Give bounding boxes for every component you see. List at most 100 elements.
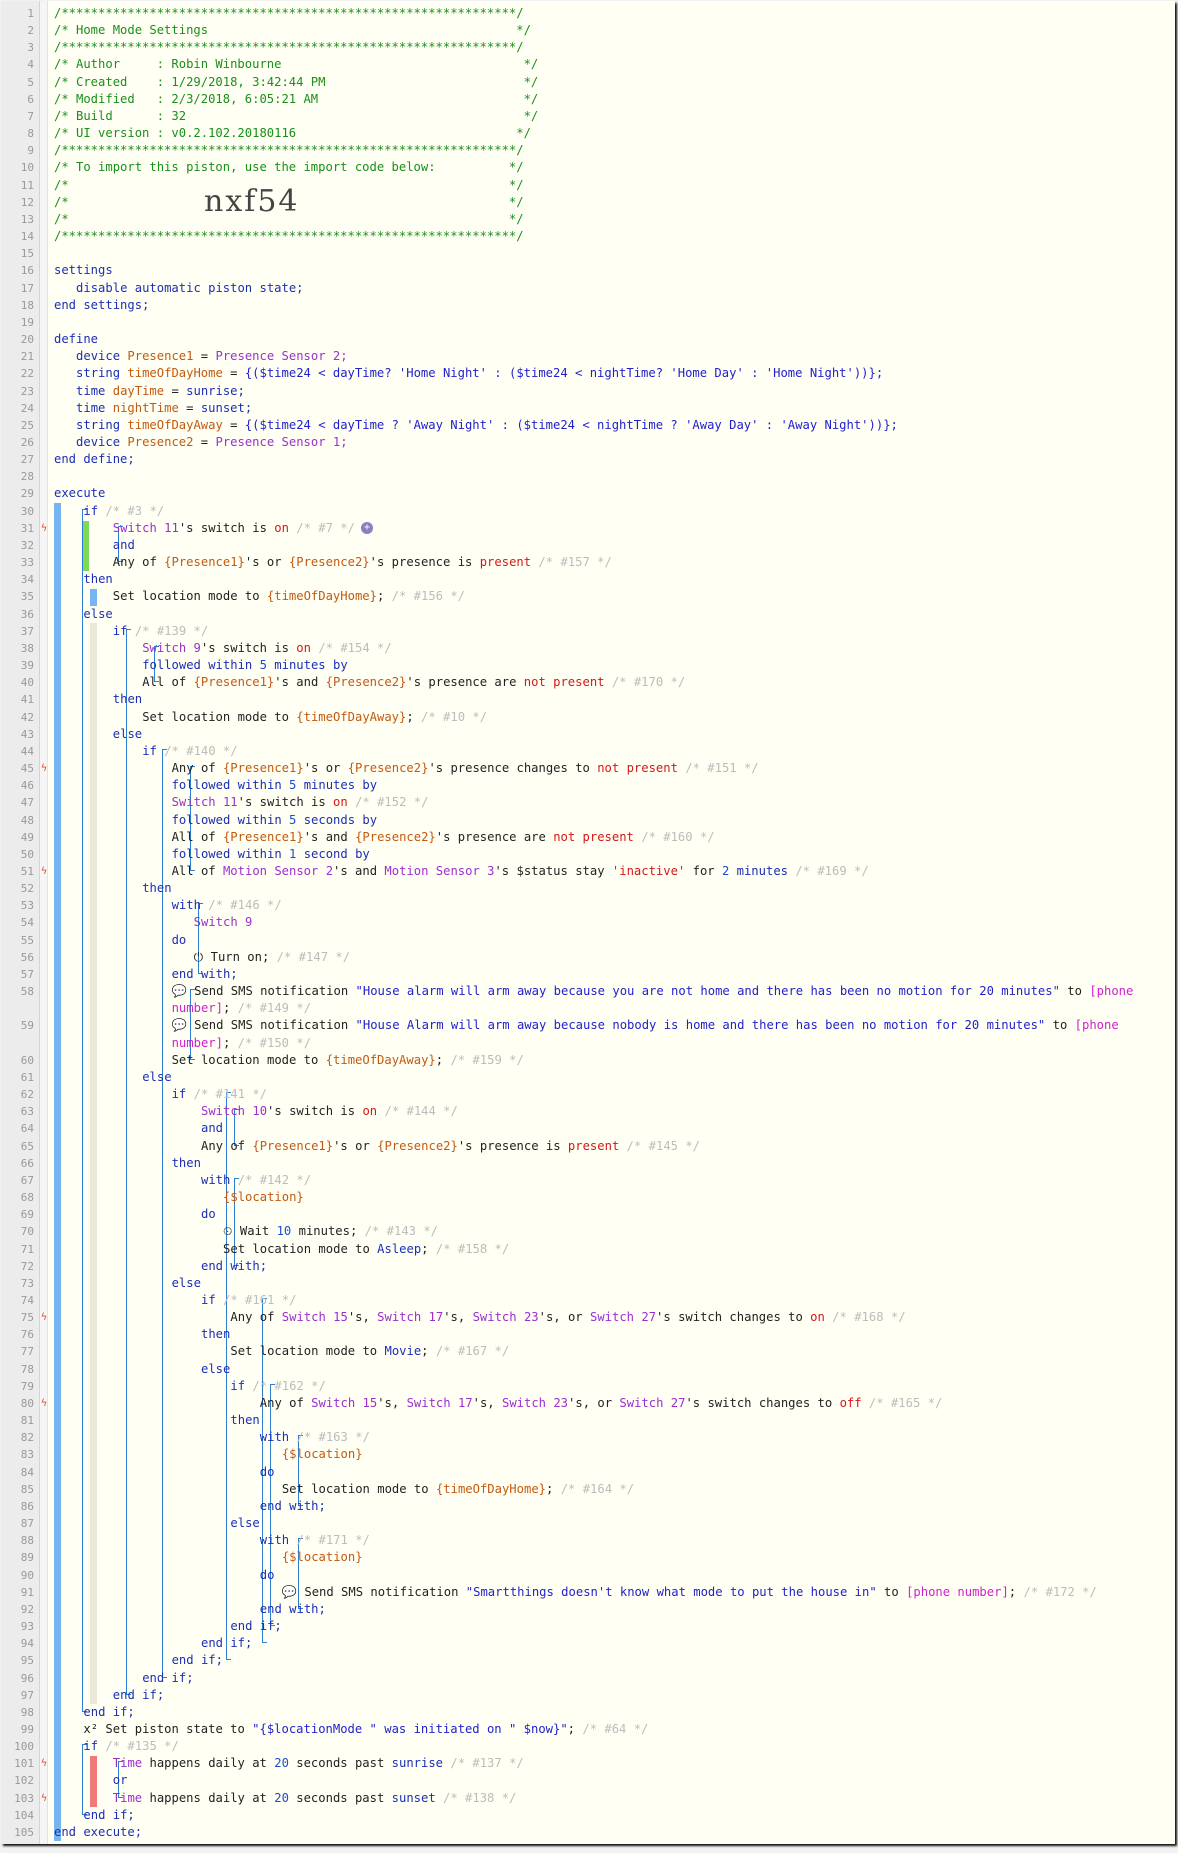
line-text[interactable]: /* UI version : v0.2.102.20180116 */ [54,125,531,142]
line-text[interactable]: else [113,726,142,743]
line-text[interactable]: {$location} [223,1189,304,1206]
line-text[interactable]: end with; [260,1498,326,1515]
line-text[interactable]: Any of {Presence1}'s or {Presence2}'s pr… [201,1138,700,1155]
line-text[interactable]: followed within 5 minutes by [142,657,348,674]
line-text[interactable]: else [201,1361,230,1378]
line-text[interactable]: else [230,1515,259,1532]
line-text[interactable]: All of Motion Sensor 2's and Motion Sens… [172,863,869,880]
line-text[interactable]: /***************************************… [54,5,524,22]
line-text[interactable]: do [201,1206,216,1223]
line-text[interactable]: time nightTime = sunset; [76,400,252,417]
line-text[interactable]: and [201,1120,223,1137]
line-text[interactable]: /***************************************… [54,228,524,245]
line-text[interactable]: Switch 10's switch is on /* #144 */ [201,1103,458,1120]
line-text[interactable]: string timeOfDayAway = {($time24 < dayTi… [76,417,898,434]
line-text[interactable]: /* Build : 32 */ [54,108,538,125]
line-text[interactable]: end if; [113,1687,164,1704]
line-text[interactable]: Switch 11's switch is on /* #152 */ [172,794,429,811]
line-text[interactable]: then [201,1326,230,1343]
line-text[interactable]: Any of Switch 15's, Switch 17's, Switch … [260,1395,943,1412]
line-text[interactable]: then [83,571,112,588]
line-text[interactable]: All of {Presence1}'s and {Presence2}'s p… [142,674,685,691]
line-text[interactable]: Set location mode to Movie; /* #167 */ [230,1343,509,1360]
line-text[interactable]: if /* #141 */ [172,1086,267,1103]
line-text[interactable]: {$location} [282,1446,363,1463]
line-text[interactable]: if /* #140 */ [142,743,237,760]
line-text[interactable]: end if; [83,1704,134,1721]
line-text[interactable]: /***************************************… [54,142,524,159]
line-text[interactable]: end with; [172,966,238,983]
line-text[interactable]: if /* #139 */ [113,623,208,640]
line-text[interactable]: and [113,537,135,554]
line-text[interactable]: 💬 Send SMS notification "Smartthings doe… [282,1584,1097,1601]
line-text[interactable]: number]; /* #150 */ [172,1035,311,1052]
line-text[interactable]: end if; [201,1635,252,1652]
line-text[interactable]: Any of {Presence1}'s or {Presence2}'s pr… [113,554,612,571]
line-text[interactable]: end if; [142,1670,193,1687]
line-text[interactable]: Time happens daily at 20 seconds past su… [113,1755,524,1772]
line-text[interactable]: end settings; [54,297,149,314]
line-text[interactable]: then [230,1412,259,1429]
line-text[interactable]: ⏻ Turn on; /* #147 */ [194,949,350,966]
line-text[interactable]: device Presence2 = Presence Sensor 1; [76,434,348,451]
line-text[interactable]: time dayTime = sunrise; [76,383,245,400]
line-text[interactable]: Set location mode to {timeOfDayAway}; /*… [172,1052,524,1069]
line-text[interactable]: Switch 11's switch is on /* #7 */ + [113,520,373,537]
line-text[interactable]: with /* #146 */ [172,897,282,914]
line-text[interactable]: with /* #142 */ [201,1172,311,1189]
line-text[interactable]: followed within 5 minutes by [172,777,378,794]
line-text[interactable]: do [260,1464,275,1481]
line-text[interactable]: then [172,1155,201,1172]
line-text[interactable]: end if; [83,1807,134,1824]
line-text[interactable]: disable automatic piston state; [76,280,303,297]
line-text[interactable]: string timeOfDayHome = {($time24 < dayTi… [76,365,883,382]
line-text[interactable]: end if; [230,1618,281,1635]
line-text[interactable]: else [142,1069,171,1086]
line-text[interactable]: if /* #3 */ [83,503,164,520]
line-text[interactable]: else [83,606,112,623]
line-text[interactable]: Set location mode to {timeOfDayHome}; /*… [282,1481,634,1498]
line-text[interactable]: Time happens daily at 20 seconds past su… [113,1790,517,1807]
line-text[interactable]: x² Set piston state to "{$locationMode "… [83,1721,648,1738]
line-text[interactable]: followed within 5 seconds by [172,812,378,829]
line-text[interactable]: if /* #135 */ [83,1738,178,1755]
line-text[interactable]: else [172,1275,201,1292]
line-text[interactable]: Any of Switch 15's, Switch 17's, Switch … [230,1309,905,1326]
line-text[interactable]: /* Home Mode Settings */ [54,22,531,39]
line-text[interactable]: Any of {Presence1}'s or {Presence2}'s pr… [172,760,759,777]
line-text[interactable]: end with; [201,1258,267,1275]
line-text[interactable]: or [113,1772,128,1789]
line-text[interactable]: end with; [260,1601,326,1618]
line-text[interactable]: 💬 Send SMS notification "House alarm wil… [172,983,1134,1000]
line-text[interactable]: Set location mode to Asleep; /* #158 */ [223,1241,509,1258]
line-text[interactable]: with /* #163 */ [260,1429,370,1446]
line-text[interactable]: ⏲ Wait 10 minutes; /* #143 */ [223,1223,438,1240]
line-text[interactable]: then [113,691,142,708]
line-text[interactable]: execute [54,485,105,502]
line-text[interactable]: with /* #171 */ [260,1532,370,1549]
line-text[interactable]: define [54,331,98,348]
line-text[interactable]: /* Modified : 2/3/2018, 6:05:21 AM */ [54,91,538,108]
line-text[interactable]: device Presence1 = Presence Sensor 2; [76,348,348,365]
line-text[interactable]: number]; /* #149 */ [172,1000,311,1017]
line-text[interactable]: do [260,1567,275,1584]
line-text[interactable]: end define; [54,451,135,468]
line-text[interactable]: end if; [172,1652,223,1669]
line-text[interactable]: /* To import this piston, use the import… [54,159,524,176]
line-text[interactable]: followed within 1 second by [172,846,370,863]
line-text[interactable]: /* Created : 1/29/2018, 3:42:44 PM */ [54,74,538,91]
line-text[interactable]: Switch 9 [194,914,253,931]
line-text[interactable]: {$location} [282,1549,363,1566]
line-text[interactable]: /* Author : Robin Winbourne */ [54,56,538,73]
add-condition-icon[interactable]: + [360,522,373,535]
line-text[interactable]: if /* #162 */ [230,1378,325,1395]
line-text[interactable]: 💬 Send SMS notification "House Alarm wil… [172,1017,1119,1034]
line-text[interactable]: Switch 9's switch is on /* #154 */ [142,640,392,657]
line-text[interactable]: do [172,932,187,949]
line-text[interactable]: Set location mode to {timeOfDayAway}; /*… [142,709,487,726]
line-text[interactable]: then [142,880,171,897]
line-text[interactable]: Set location mode to {timeOfDayHome}; /*… [113,588,465,605]
line-text[interactable]: /***************************************… [54,39,524,56]
line-text[interactable]: end execute; [54,1824,142,1841]
line-text[interactable]: if /* #161 */ [201,1292,296,1309]
